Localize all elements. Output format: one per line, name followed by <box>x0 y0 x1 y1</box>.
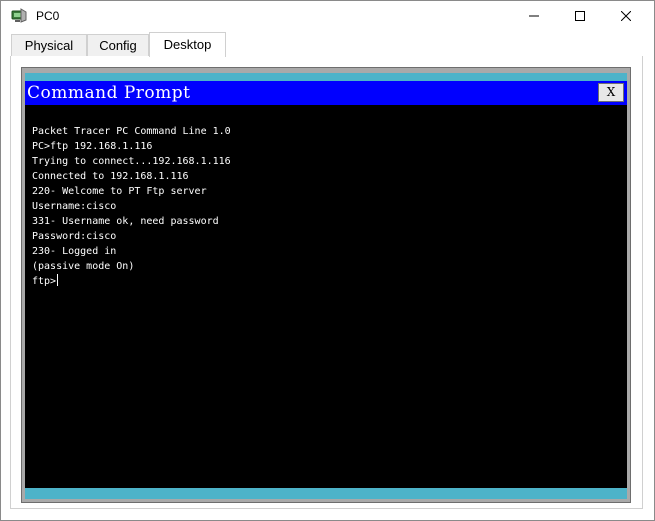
window-title: PC0 <box>36 9 60 23</box>
terminal-line: Packet Tracer PC Command Line 1.0 <box>32 126 231 137</box>
terminal-line: 230- Logged in <box>32 246 117 257</box>
terminal-line: PC>ftp 192.168.1.116 <box>32 141 153 152</box>
terminal-prompt: ftp> <box>32 276 57 287</box>
tab-bar: Physical Config Desktop <box>11 32 644 57</box>
command-prompt-title: Command Prompt <box>27 83 191 103</box>
maximize-button[interactable] <box>557 1 603 31</box>
terminal-prompt-line[interactable]: ftp> <box>32 274 620 289</box>
pc-device-icon <box>10 8 28 24</box>
tab-config[interactable]: Config <box>87 34 149 56</box>
text-cursor <box>57 274 59 286</box>
tab-desktop[interactable]: Desktop <box>149 32 226 57</box>
close-button[interactable] <box>603 1 649 31</box>
terminal-line: Connected to 192.168.1.116 <box>32 171 189 182</box>
terminal-line: 220- Welcome to PT Ftp server <box>32 186 207 197</box>
maximize-icon <box>575 11 585 21</box>
terminal-line: Password:cisco <box>32 231 117 242</box>
minimize-icon <box>529 15 539 17</box>
command-prompt-close-button[interactable]: X <box>598 83 624 102</box>
terminal-line: (passive mode On) <box>32 261 135 272</box>
terminal-line: 331- Username ok, need password <box>32 216 219 227</box>
title-bar[interactable]: PC0 <box>1 1 654 31</box>
terminal-line: Username:cisco <box>32 201 117 212</box>
terminal-output[interactable]: Packet Tracer PC Command Line 1.0 PC>ftp… <box>25 105 627 488</box>
terminal-line: Trying to connect...192.168.1.116 <box>32 156 231 167</box>
tab-physical[interactable]: Physical <box>11 34 87 56</box>
close-icon <box>621 11 631 21</box>
minimize-button[interactable] <box>511 1 557 31</box>
command-prompt-title-bar[interactable]: Command Prompt X <box>25 81 627 105</box>
